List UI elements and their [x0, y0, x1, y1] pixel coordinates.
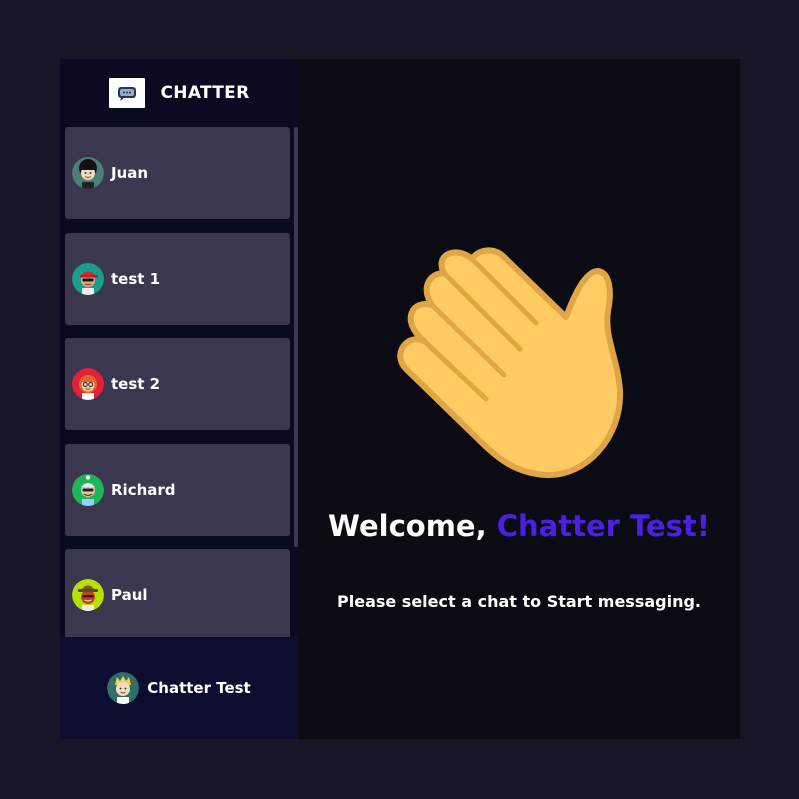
- welcome-user-name: Chatter Test!: [496, 509, 710, 543]
- avatar-red-cap-icon: [72, 263, 104, 295]
- contact-name: Paul: [111, 586, 148, 604]
- welcome-heading: Welcome, Chatter Test!: [298, 509, 740, 543]
- contact-item-juan[interactable]: Juan: [65, 127, 290, 219]
- brand-header: CHATTER: [60, 59, 298, 127]
- contact-name: Juan: [111, 164, 149, 182]
- chat-bubble-icon: [108, 78, 145, 108]
- avatar-afro-icon: [72, 157, 104, 189]
- contact-item-test-2[interactable]: test 2: [65, 338, 290, 430]
- contact-name: test 1: [111, 270, 161, 288]
- current-user-name: Chatter Test: [147, 679, 251, 697]
- chat-app: CHATTER Juan test 1 test 2 Richard Paul …: [60, 59, 740, 739]
- avatar-green-sunglasses-icon: [72, 474, 104, 506]
- contact-name: test 2: [111, 375, 161, 393]
- contact-list[interactable]: Juan test 1 test 2 Richard Paul: [60, 127, 298, 637]
- app-title: CHATTER: [160, 83, 250, 103]
- main-panel: Welcome, Chatter Test! Please select a c…: [298, 59, 740, 739]
- avatar-redhead-glasses-icon: [72, 368, 104, 400]
- contact-item-richard[interactable]: Richard: [65, 444, 290, 536]
- select-chat-prompt: Please select a chat to Start messaging.: [337, 592, 701, 611]
- contact-name: Richard: [111, 481, 176, 499]
- avatar-hat-icon: [72, 579, 104, 611]
- waving-hand-icon: [397, 247, 624, 479]
- avatar-blonde-icon: [107, 672, 140, 704]
- welcome-prefix: Welcome,: [328, 509, 497, 543]
- current-user-bar[interactable]: Chatter Test: [60, 637, 298, 739]
- sidebar: CHATTER Juan test 1 test 2 Richard Paul …: [60, 59, 298, 739]
- contact-item-paul[interactable]: Paul: [65, 549, 290, 637]
- contact-item-test-1[interactable]: test 1: [65, 233, 290, 325]
